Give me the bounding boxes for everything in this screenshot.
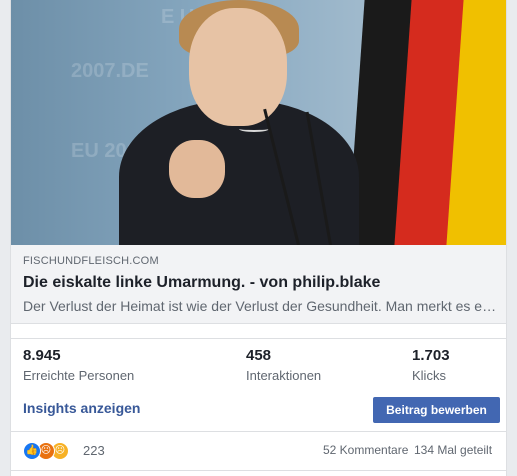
stat-label: Interaktionen <box>246 368 322 383</box>
backdrop-watermark: 2007.DE <box>71 60 149 82</box>
link-domain: FISCHUNDFLEISCH.COM <box>23 255 159 267</box>
speaker-face <box>189 8 287 126</box>
link-preview[interactable]: FISCHUNDFLEISCH.COM Die eiskalte linke U… <box>11 245 506 324</box>
stat-label: Erreichte Personen <box>23 368 135 383</box>
stat-value: 458 <box>246 347 272 364</box>
stat-reach: 8.945 Erreichte Personen <box>23 347 134 383</box>
link-preview-image[interactable]: E U 2007.DE 2007.DE EU 2007.DE <box>11 0 506 245</box>
stat-value: 1.703 <box>412 347 450 364</box>
stat-interactions: 458 Interaktionen <box>246 347 321 383</box>
boost-post-button[interactable]: Beitrag bewerben <box>373 397 500 423</box>
divider <box>11 431 506 432</box>
shares-count-link[interactable]: 134 Mal geteilt <box>414 443 492 457</box>
stat-clicks: 1.703 Klicks <box>412 347 450 383</box>
reaction-count: 223 <box>83 443 105 458</box>
divider <box>11 470 506 471</box>
stat-label: Klicks <box>412 368 446 383</box>
speaker-necklace <box>239 126 269 132</box>
link-description: Der Verlust der Heimat ist wie der Verlu… <box>23 298 499 314</box>
like-icon: 👍 <box>23 442 41 460</box>
link-title[interactable]: Die eiskalte linke Umarmung. - von phili… <box>23 274 380 292</box>
post-stats: 8.945 Erreichte Personen 458 Interaktion… <box>11 338 506 389</box>
post-card: E U 2007.DE 2007.DE EU 2007.DE FISCHUNDF… <box>10 0 507 476</box>
comments-count-link[interactable]: 52 Kommentare <box>323 443 408 457</box>
view-insights-link[interactable]: Insights anzeigen <box>23 400 140 416</box>
speaker-hand <box>169 140 225 198</box>
stat-value: 8.945 <box>23 347 61 364</box>
